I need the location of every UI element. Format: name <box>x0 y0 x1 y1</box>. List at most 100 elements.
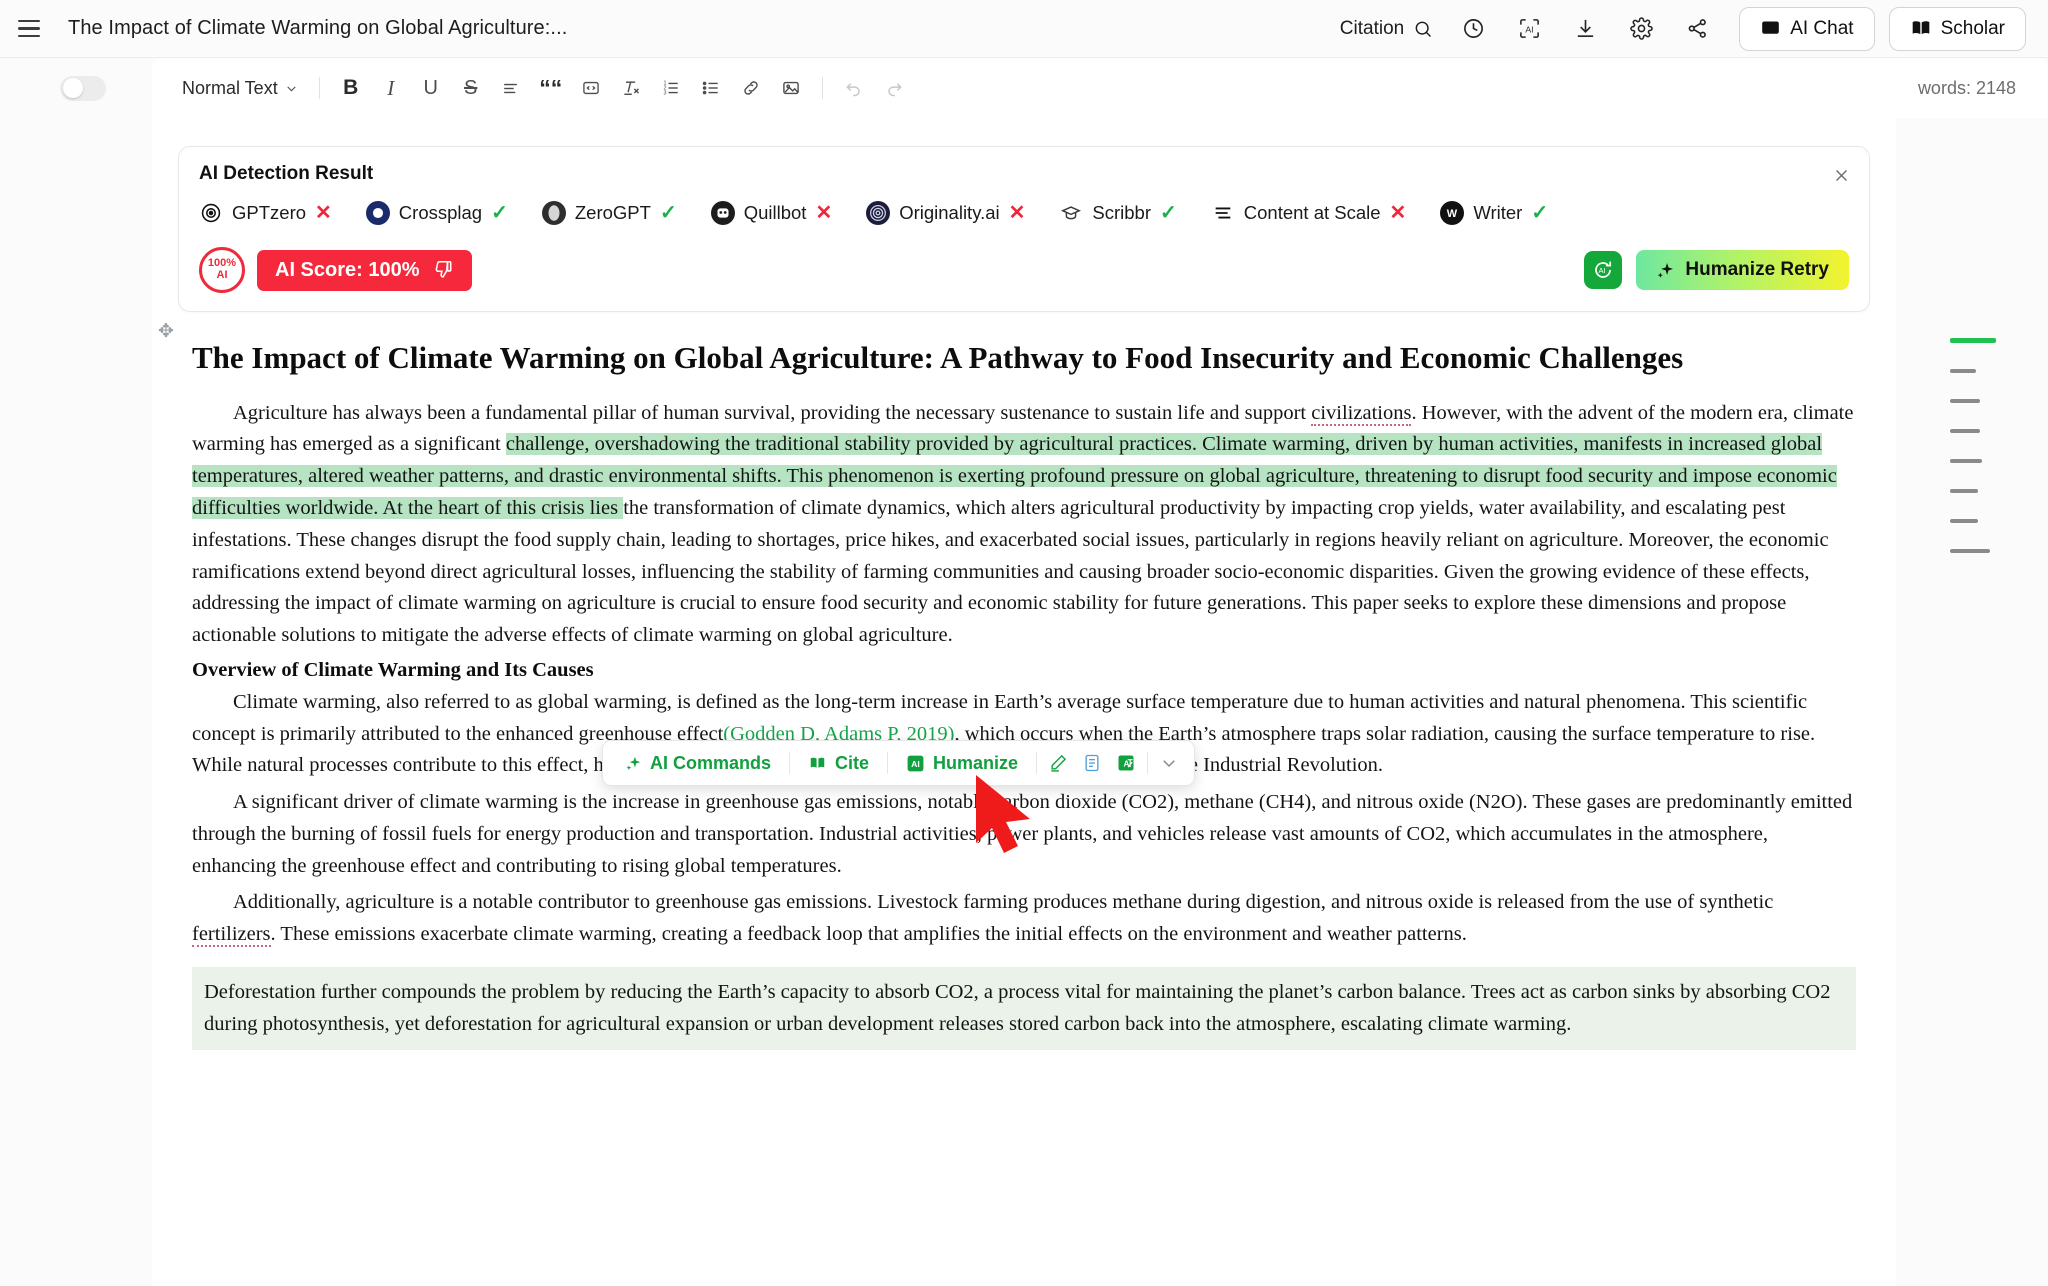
italic-label: I <box>387 75 395 100</box>
summary-list-icon[interactable] <box>1075 746 1109 780</box>
menu-line <box>18 27 40 30</box>
strike-label: S <box>464 76 478 99</box>
ai-detection-title: AI Detection Result <box>199 163 374 184</box>
redo-icon[interactable] <box>876 70 912 106</box>
detector-result-mark: ✓ <box>659 202 677 224</box>
paragraph-deforestation[interactable]: Deforestation further compounds the prob… <box>192 966 1856 1051</box>
history-clock-icon[interactable] <box>1445 7 1501 51</box>
detector-item[interactable]: Content at Scale ✕ <box>1211 201 1407 225</box>
detector-name: Scribbr <box>1092 202 1151 223</box>
svg-text:AI: AI <box>1599 266 1606 275</box>
svg-text:3: 3 <box>663 91 666 97</box>
minimap-marker[interactable] <box>1950 369 1976 373</box>
clear-format-icon[interactable] <box>613 70 649 106</box>
underline-button[interactable]: U <box>413 70 449 106</box>
download-icon[interactable] <box>1557 7 1613 51</box>
ai-score-badge[interactable]: AI Score: 100% <box>257 249 472 291</box>
ai-score-label: AI Score: 100% <box>275 258 420 281</box>
ai-score-gauge: 100% AI <box>199 247 245 293</box>
document-minimap[interactable] <box>1950 338 2006 553</box>
blockquote-icon[interactable]: ““ <box>533 70 569 106</box>
content-at-scale-icon <box>1211 201 1235 225</box>
share-icon[interactable] <box>1669 7 1725 51</box>
scholar-button[interactable]: Scholar <box>1888 6 2026 51</box>
minimap-marker[interactable] <box>1950 459 1982 463</box>
detector-item[interactable]: Quillbot ✕ <box>710 201 832 225</box>
agriculture-text-b: . These emissions exacerbate climate war… <box>270 923 1467 946</box>
ai-commands-button[interactable]: AI Commands <box>611 746 785 780</box>
minimap-marker[interactable] <box>1950 519 1978 523</box>
cite-button[interactable]: Cite <box>794 746 883 780</box>
detector-item[interactable]: Crossplag ✓ <box>365 201 508 225</box>
menu-line <box>18 19 40 23</box>
paragraph-drag-handle[interactable]: ✥ <box>158 320 174 343</box>
citation-button[interactable]: Citation <box>1328 12 1445 46</box>
detector-result-mark: ✕ <box>1389 202 1407 224</box>
italic-button[interactable]: I <box>373 70 409 106</box>
focus-mode-toggle[interactable] <box>60 75 106 101</box>
ai-chat-button[interactable]: AI Chat <box>1739 6 1875 51</box>
humanize-label: Humanize <box>933 752 1019 773</box>
ai-detect-icon[interactable]: AI <box>1501 7 1557 51</box>
zerogpt-icon <box>541 201 566 225</box>
document-title[interactable]: The Impact of Climate Warming on Global … <box>68 17 567 40</box>
page-area: AI Detection Result GPTzero ✕ Crossplag … <box>0 118 2048 1286</box>
chevron-down-icon <box>285 82 298 95</box>
ai-rewrite-icon[interactable]: AI <box>1584 251 1623 289</box>
svg-text:AI: AI <box>1525 24 1533 34</box>
hamburger-menu-icon[interactable] <box>14 12 48 46</box>
translate-icon[interactable]: A <box>1109 746 1143 780</box>
section-heading-overview: Overview of Climate Warming and Its Caus… <box>192 658 594 681</box>
image-icon[interactable] <box>773 70 809 106</box>
text-style-label: Normal Text <box>182 77 278 98</box>
detector-item[interactable]: Originality.ai ✕ <box>866 201 1025 225</box>
detector-item[interactable]: W Writer ✓ <box>1440 201 1548 225</box>
toolbar-divider <box>821 77 823 99</box>
scholar-label: Scholar <box>1940 17 2005 39</box>
document-body[interactable]: ✥ The Impact of Climate Warming on Globa… <box>152 312 1896 1051</box>
undo-icon[interactable] <box>836 70 872 106</box>
bullet-list-icon[interactable] <box>693 70 729 106</box>
agriculture-text-a: Additionally, agriculture is a notable c… <box>233 891 1774 914</box>
minimap-marker[interactable] <box>1950 399 1980 403</box>
document-heading: The Impact of Climate Warming on Global … <box>192 340 1684 375</box>
float-divider <box>789 752 791 774</box>
detector-name: ZeroGPT <box>574 202 651 223</box>
strikethrough-button[interactable]: S <box>453 70 489 106</box>
svg-text:AI: AI <box>911 759 920 769</box>
detector-item[interactable]: Scribbr ✓ <box>1059 201 1177 225</box>
humanize-retry-button[interactable]: Humanize Retry <box>1636 250 1849 290</box>
ordered-list-icon[interactable]: 1 2 3 <box>653 70 689 106</box>
word-count: words: 2148 <box>1917 77 2016 98</box>
minimap-marker[interactable] <box>1950 429 1980 433</box>
sparkle-icon <box>625 755 642 772</box>
paragraph-intro[interactable]: Agriculture has always been a fundamenta… <box>192 398 1856 652</box>
cite-label: Cite <box>835 752 870 773</box>
minimap-marker[interactable] <box>1950 549 1990 553</box>
citation-label: Citation <box>1339 17 1405 39</box>
text-style-select[interactable]: Normal Text <box>174 72 306 105</box>
detector-result-mark: ✕ <box>1008 202 1026 224</box>
quillbot-icon <box>710 201 735 225</box>
edit-pen-icon[interactable] <box>1041 746 1075 780</box>
bold-button[interactable]: B <box>333 70 369 106</box>
chevron-down-icon[interactable] <box>1152 746 1186 780</box>
detector-item[interactable]: ZeroGPT ✓ <box>541 201 677 225</box>
detector-list: GPTzero ✕ Crossplag ✓ ZeroGPT ✓ Quillbot… <box>199 201 1849 225</box>
settings-gear-icon[interactable] <box>1613 7 1669 51</box>
detector-name: GPTzero <box>232 202 307 223</box>
writer-icon: W <box>1440 201 1465 225</box>
minimap-marker[interactable] <box>1950 489 1978 493</box>
ai-commands-label: AI Commands <box>650 752 772 773</box>
thumbs-down-icon[interactable] <box>432 259 454 281</box>
detector-name: Quillbot <box>743 202 807 223</box>
detector-item[interactable]: GPTzero ✕ <box>199 201 332 225</box>
detector-name: Originality.ai <box>899 202 1000 223</box>
code-block-icon[interactable] <box>573 70 609 106</box>
align-icon[interactable] <box>493 70 529 106</box>
link-icon[interactable] <box>733 70 769 106</box>
editor-toolbar-row: Normal Text B I U S ““ 1 2 3 words: 2148 <box>0 58 2048 118</box>
minimap-marker-active[interactable] <box>1950 338 1996 343</box>
close-icon[interactable] <box>1829 163 1853 187</box>
paragraph-agriculture[interactable]: Additionally, agriculture is a notable c… <box>192 887 1856 951</box>
